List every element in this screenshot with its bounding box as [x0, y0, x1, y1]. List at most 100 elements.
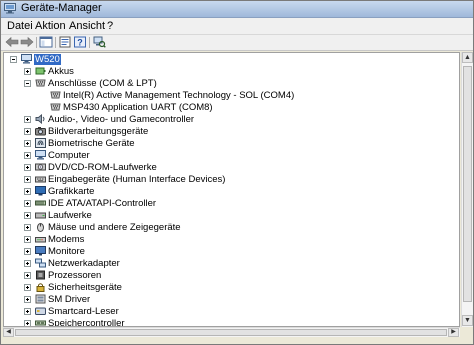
tree-item-dvd[interactable]: DVD/CD-ROM-Laufwerke [4, 162, 459, 173]
tree-item-label: Akkus [48, 66, 74, 77]
menu-bar: Datei Aktion Ansicht ? [1, 18, 473, 35]
expand-toggle[interactable] [24, 224, 31, 231]
horizontal-scrollbar[interactable]: ◀ ▶ [3, 327, 460, 337]
expand-toggle[interactable] [24, 140, 31, 147]
forward-button[interactable] [20, 36, 34, 48]
network-adapter-icon [35, 258, 46, 268]
battery-icon [35, 66, 46, 76]
scroll-right-button[interactable]: ▶ [448, 328, 459, 337]
smartcard-reader-icon [35, 306, 46, 316]
expand-toggle[interactable] [24, 68, 31, 75]
menu-help[interactable]: ? [107, 20, 113, 32]
scroll-up-button[interactable]: ▲ [462, 52, 473, 63]
tree-item-storage-controller[interactable]: Speichercontroller [4, 318, 459, 327]
disc-drive-icon [35, 162, 46, 172]
tree-item-label: SM Driver [48, 294, 91, 305]
tree-item-network[interactable]: Netzwerkadapter [4, 258, 459, 269]
expand-toggle[interactable] [24, 116, 31, 123]
tree-item-label: Audio-, Video- und Gamecontroller [48, 114, 195, 125]
tree-item-computer[interactable]: Computer [4, 150, 459, 161]
expand-toggle[interactable] [24, 236, 31, 243]
device-manager-window: Geräte-Manager Datei Aktion Ansicht ? ? [0, 0, 474, 345]
expand-toggle[interactable] [24, 164, 31, 171]
vertical-scrollbar[interactable]: ▲ ▼ [461, 52, 473, 327]
expand-toggle[interactable] [24, 128, 31, 135]
expand-toggle[interactable] [24, 320, 31, 326]
tree-subitem-msp430[interactable]: MSP430 Application UART (COM8) [4, 102, 459, 113]
tree-item-label: Eingabegeräte (Human Interface Devices) [48, 174, 226, 185]
expand-toggle[interactable] [24, 152, 31, 159]
tree-item-label: Smartcard-Leser [48, 306, 119, 317]
tree-item-audio[interactable]: Audio-, Video- und Gamecontroller [4, 113, 459, 125]
tree-item-label: Laufwerke [48, 210, 92, 221]
tree-item-modems[interactable]: Modems [4, 234, 459, 245]
tree-item-sm-driver[interactable]: SM Driver [4, 294, 459, 305]
tree-item-monitors[interactable]: Monitore [4, 246, 459, 257]
expand-toggle[interactable] [24, 212, 31, 219]
expand-toggle[interactable] [24, 308, 31, 315]
tree-item-display[interactable]: Grafikkarte [4, 186, 459, 197]
tree-item-label: Computer [48, 150, 90, 161]
expand-toggle[interactable] [24, 176, 31, 183]
tree-item-hid[interactable]: Eingabegeräte (Human Interface Devices) [4, 174, 459, 185]
speaker-icon [35, 113, 46, 125]
display-adapter-icon [35, 186, 46, 196]
modem-icon [35, 234, 46, 244]
computer-manager-icon [4, 3, 16, 14]
tree-item-label: Anschlüsse (COM & LPT) [48, 78, 157, 89]
help-button[interactable]: ? [73, 36, 87, 48]
expand-toggle[interactable] [24, 296, 31, 303]
scroll-thumb[interactable] [463, 66, 472, 302]
tree-item-label: Prozessoren [48, 270, 102, 281]
expand-toggle[interactable] [24, 188, 31, 195]
expand-toggle[interactable] [24, 248, 31, 255]
tree-item-akkus[interactable]: Akkus [4, 66, 459, 77]
tree-item-processors[interactable]: Prozessoren [4, 270, 459, 281]
mouse-icon [35, 222, 46, 232]
scan-hardware-button[interactable] [92, 36, 106, 48]
expand-toggle[interactable] [24, 284, 31, 291]
tree-item-biometric[interactable]: Biometrische Geräte [4, 138, 459, 149]
tree-item-label: IDE ATA/ATAPI-Controller [48, 198, 157, 209]
hid-icon [35, 174, 46, 184]
collapse-toggle[interactable] [24, 80, 31, 87]
expand-toggle[interactable] [24, 260, 31, 267]
tree-item-label: Grafikkarte [48, 186, 95, 197]
show-hide-tree-button[interactable] [39, 36, 53, 48]
scroll-left-button[interactable]: ◀ [3, 328, 14, 337]
menu-aktion[interactable]: Aktion [35, 20, 66, 32]
camera-icon [35, 126, 46, 136]
back-button[interactable] [5, 36, 19, 48]
properties-button[interactable] [58, 36, 72, 48]
tree-item-smartcard[interactable]: Smartcard-Leser [4, 306, 459, 317]
tree-item-label: Speichercontroller [48, 318, 125, 327]
arrow-left-icon [5, 36, 19, 48]
toolbar: ? [1, 35, 473, 51]
collapse-toggle[interactable] [10, 56, 17, 63]
tree-item-ide[interactable]: IDE ATA/ATAPI-Controller [4, 198, 459, 209]
computer-icon [21, 54, 32, 64]
sm-driver-icon [35, 294, 46, 304]
expand-toggle[interactable] [24, 272, 31, 279]
tree-item-label: Biometrische Geräte [48, 138, 135, 149]
tree-item-label: MSP430 Application UART (COM8) [63, 102, 213, 113]
tree-item-label: Intel(R) Active Management Technology - … [63, 90, 295, 101]
tree-item-mice[interactable]: Mäuse und andere Zeigegeräte [4, 222, 459, 233]
tree-item-ports[interactable]: Anschlüsse (COM & LPT) [4, 78, 459, 89]
title-bar[interactable]: Geräte-Manager [1, 1, 473, 18]
menu-datei[interactable]: Datei [7, 20, 33, 32]
hscroll-thumb[interactable] [15, 329, 447, 336]
menu-ansicht[interactable]: Ansicht [69, 20, 105, 32]
tree-item-drives[interactable]: Laufwerke [4, 210, 459, 221]
toolbar-separator [36, 37, 37, 48]
toolbar-separator [89, 37, 90, 48]
tree-item-security[interactable]: Sicherheitsgeräte [4, 282, 459, 293]
expand-toggle[interactable] [24, 200, 31, 207]
tree-item-imaging[interactable]: Bildverarbeitungsgeräte [4, 126, 459, 137]
tree-root[interactable]: W520 [4, 54, 459, 65]
tree-subitem-intel-amt[interactable]: Intel(R) Active Management Technology - … [4, 90, 459, 101]
tree-item-label: Netzwerkadapter [48, 258, 120, 269]
scroll-down-button[interactable]: ▼ [462, 315, 473, 326]
arrow-right-icon [20, 36, 34, 48]
device-tree[interactable]: W520 Akkus Anschlüsse (COM & LPT) Intel(… [3, 52, 460, 327]
